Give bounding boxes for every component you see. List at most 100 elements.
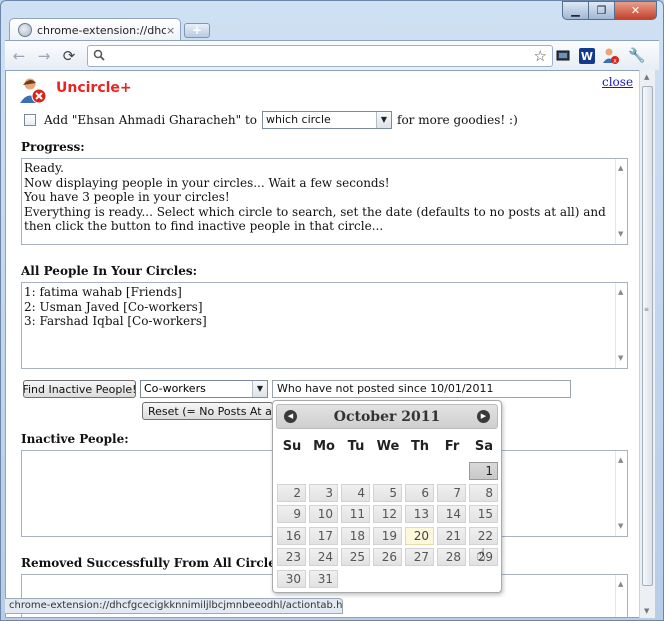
find-inactive-button[interactable]: Find Inactive People! (23, 380, 136, 398)
forward-button[interactable]: → (33, 45, 55, 67)
day-cell[interactable]: 24 (309, 548, 338, 566)
page-scrollbar[interactable]: ▲ ≡ ▼ (639, 70, 655, 618)
progress-line: You have 3 people in your circles! (24, 190, 230, 205)
globe-icon (18, 23, 32, 37)
uncircle-extension-icon[interactable]: x (601, 46, 621, 66)
day-cell[interactable]: 3 (309, 483, 338, 502)
extension-screen-icon[interactable] (553, 46, 573, 66)
extension-w-icon[interactable]: W (577, 46, 597, 66)
back-button[interactable]: ← (8, 45, 30, 67)
svg-text:W: W (581, 50, 593, 63)
person-row: 2: Usman Javed [Co-workers] (24, 299, 203, 314)
close-link[interactable]: close (602, 75, 633, 89)
status-bar: chrome-extension://dhcfgcecigkknnimiljlb… (5, 598, 343, 614)
progress-label: Progress: (21, 140, 85, 154)
tab-title: chrome-extension://dhcfgc (37, 23, 166, 37)
day-cell[interactable]: 13 (405, 505, 434, 523)
reset-button[interactable]: Reset (= No Posts At all) (142, 402, 273, 420)
day-cell[interactable]: 26 (373, 548, 402, 566)
date-input[interactable]: Who have not posted since 10/01/2011 (272, 380, 571, 398)
textarea-scrollbar[interactable]: ▲ (615, 575, 627, 617)
day-cell[interactable]: 11 (341, 505, 370, 523)
day-cell[interactable]: 4 (341, 483, 370, 502)
day-cell[interactable]: 7 (437, 483, 466, 502)
day-cell[interactable]: 9 (277, 505, 306, 523)
maximize-button[interactable]: ❐ (588, 1, 614, 20)
textarea-scrollbar[interactable]: ▲ ▼ (615, 159, 627, 244)
day-cell[interactable]: 2 (277, 483, 306, 502)
wrench-icon[interactable]: 🔧 (627, 46, 647, 66)
tab-close-icon[interactable]: × (166, 24, 180, 37)
scrollbar-grip-icon: ≡ (644, 306, 650, 313)
weekday-header: Tu (347, 439, 365, 454)
scrollbar-thumb[interactable] (642, 86, 653, 586)
add-prefix-text: Add "Ehsan Ahmadi Gharacheh" to (44, 113, 257, 127)
app-title: Uncircle+ (56, 80, 132, 96)
day-cell[interactable]: 23 (277, 548, 306, 566)
address-bar[interactable]: ☆ (87, 45, 553, 67)
new-tab-button[interactable]: + (184, 23, 210, 38)
day-cell[interactable]: 14 (437, 505, 466, 523)
search-circle-value: Co-workers (144, 382, 206, 395)
day-cell[interactable]: 5 (373, 483, 402, 502)
add-suffix-text: for more goodies! :) (397, 113, 518, 127)
progress-line: Everything is ready... Select which circ… (24, 204, 606, 234)
month-title: October 2011 (333, 409, 441, 425)
circle-select-value: which circle (266, 113, 331, 126)
browser-window: ▁ ❐ ✕ chrome-extension://dhcfgc × + ← → … (0, 0, 664, 621)
day-cell[interactable]: 21 (437, 526, 466, 545)
minimize-button[interactable]: ▁ (562, 1, 588, 20)
weekday-header: Su (282, 439, 302, 454)
textarea-scrollbar[interactable]: ▲ ▼ (615, 451, 627, 536)
progress-line: Now displaying people in your circles...… (24, 175, 390, 190)
window-close-button[interactable]: ✕ (614, 1, 657, 20)
scroll-down-icon[interactable]: ▼ (644, 607, 649, 615)
people-label: All People In Your Circles: (21, 264, 198, 278)
next-month-button[interactable]: ▶ (477, 410, 490, 423)
weekday-header: Sa (474, 439, 494, 454)
day-cell[interactable]: 25 (341, 548, 370, 566)
scroll-up-icon[interactable]: ▲ (644, 73, 649, 81)
day-cell[interactable]: 16 (277, 526, 306, 545)
circle-select[interactable]: which circle ▼ (262, 111, 392, 129)
day-cell[interactable]: 18 (341, 526, 370, 545)
window-controls: ▁ ❐ ✕ (562, 1, 657, 20)
day-cell[interactable]: 12 (373, 505, 402, 523)
progress-textarea[interactable]: Ready. Now displaying people in your cir… (21, 158, 628, 245)
day-cell[interactable]: 17 (309, 526, 338, 545)
weekday-header: Th (410, 439, 430, 454)
star-icon[interactable]: ☆ (534, 47, 547, 65)
people-textarea[interactable]: 1: fatima wahab [Friends] 2: Usman Javed… (21, 282, 628, 369)
add-to-circle-checkbox[interactable] (24, 114, 36, 126)
removed-label: Removed Successfully From All Circles: (21, 556, 288, 570)
day-cell[interactable]: 8 (469, 483, 498, 502)
textarea-scrollbar[interactable]: ▲ ▼ (615, 283, 627, 368)
avatar-remove-icon (20, 78, 47, 104)
day-cell[interactable]: 10 (309, 505, 338, 523)
reload-button[interactable]: ⟳ (58, 45, 80, 67)
weekday-header: Fr (444, 439, 460, 454)
weekday-header: Mo (313, 439, 335, 454)
day-cell[interactable]: 19 (373, 526, 402, 545)
chevron-down-icon: ▼ (376, 112, 391, 128)
search-circle-select[interactable]: Co-workers ▼ (140, 380, 268, 398)
person-row: 1: fatima wahab [Friends] (24, 285, 182, 299)
datepicker: ◀ October 2011 ▶ Su Mo Tu We Th Fr Sa 1 2 3 4 5 6 7 8 9… (272, 400, 502, 593)
search-icon (93, 49, 105, 64)
day-cell[interactable]: 28 (437, 548, 466, 566)
day-cell[interactable]: 30 (277, 569, 306, 588)
add-to-circle-row: Add "Ehsan Ahmadi Gharacheh" to which ci… (24, 111, 518, 129)
browser-tab[interactable]: chrome-extension://dhcfgc × (9, 18, 181, 41)
inactive-label: Inactive People: (21, 432, 129, 446)
day-cell[interactable]: 15 (469, 505, 498, 523)
datepicker-header: ◀ October 2011 ▶ (276, 404, 498, 429)
day-cell[interactable]: 1 (469, 462, 498, 480)
chevron-down-icon: ▼ (252, 381, 267, 397)
day-cell[interactable]: 6 (405, 483, 434, 502)
day-cell[interactable]: 20 (405, 526, 434, 545)
svg-text:x: x (613, 58, 617, 65)
person-row: 3: Farshad Iqbal [Co-workers] (24, 314, 207, 329)
day-cell[interactable]: 31 (309, 569, 338, 588)
day-cell[interactable]: 22 (469, 526, 498, 545)
day-cell[interactable]: 27 (405, 548, 434, 566)
